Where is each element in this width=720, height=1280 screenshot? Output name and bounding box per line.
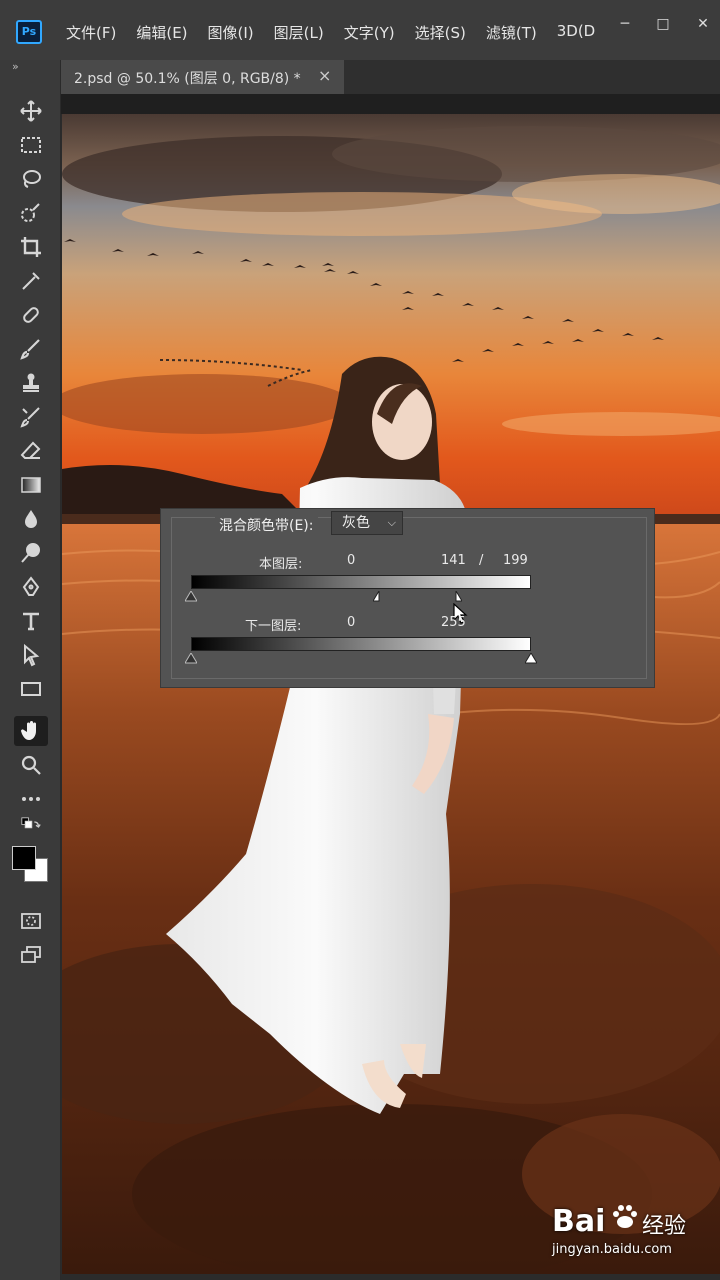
underlying-layer-black-value: 0	[347, 615, 356, 630]
menu-select[interactable]: 选择(S)	[415, 22, 466, 43]
blur-tool[interactable]	[14, 504, 48, 534]
more-tools-icon	[22, 797, 40, 801]
eraser-tool[interactable]	[14, 436, 48, 466]
menu-edit[interactable]: 编辑(E)	[136, 22, 187, 43]
main-menu: 文件(F) 编辑(E) 图像(I) 图层(L) 文字(Y) 选择(S) 滤镜(T…	[66, 22, 615, 43]
watermark-brand-cn: 经验	[642, 1214, 687, 1239]
document-canvas[interactable]	[62, 114, 720, 1274]
move-tool[interactable]	[14, 96, 48, 126]
crop-icon	[21, 237, 41, 257]
paw-icon	[613, 1205, 637, 1228]
hand-icon	[20, 721, 36, 740]
photoshop-logo: Ps	[16, 20, 42, 44]
marquee-icon	[21, 137, 41, 153]
eyedropper-icon	[22, 272, 40, 290]
minimize-button[interactable]: ─	[608, 12, 642, 36]
rectangle-tool[interactable]	[14, 674, 48, 704]
default-colors-icon	[21, 817, 41, 829]
brush-icon	[20, 339, 40, 360]
watermark-url: jingyan.baidu.com	[552, 1242, 672, 1257]
close-window-button[interactable]: ✕	[686, 12, 720, 36]
menu-image[interactable]: 图像(I)	[208, 22, 254, 43]
underlying-layer-label: 下一图层:	[245, 619, 302, 634]
blend-if-panel: 混合颜色带(E): 灰色 ⌵ 本图层: 0 141 / 199 下一图层: 0 …	[160, 508, 655, 688]
lasso-icon	[23, 170, 41, 188]
menu-bar: Ps 文件(F) 编辑(E) 图像(I) 图层(L) 文字(Y) 选择(S) 滤…	[0, 0, 720, 60]
document-tab[interactable]: 2.psd @ 50.1% (图层 0, RGB/8) * ×	[60, 60, 344, 94]
baidu-jingyan-watermark: Bai 经验 jingyan.baidu.com	[552, 1198, 702, 1268]
zoom-icon	[21, 755, 41, 775]
dodge-icon	[21, 543, 40, 563]
brush-tool[interactable]	[14, 334, 48, 364]
maximize-button[interactable]: □	[646, 12, 680, 36]
document-tab-bar: 2.psd @ 50.1% (图层 0, RGB/8) * ×	[60, 60, 720, 94]
gradient-icon	[21, 477, 41, 493]
path-select-tool[interactable]	[14, 640, 48, 670]
quick-mask-button[interactable]	[14, 906, 48, 936]
quick-mask-icon	[21, 913, 41, 929]
dodge-tool[interactable]	[14, 538, 48, 568]
default-colors[interactable]	[14, 816, 48, 838]
foreground-color-swatch[interactable]	[12, 846, 36, 870]
watermark-brand: Bai	[552, 1204, 606, 1239]
menu-file[interactable]: 文件(F)	[66, 22, 116, 43]
zoom-tool[interactable]	[14, 750, 48, 780]
lasso-tool[interactable]	[14, 164, 48, 194]
screen-mode-icon	[21, 946, 41, 963]
pen-tool[interactable]	[14, 572, 48, 602]
underlying-layer-gradient-slider[interactable]	[191, 637, 531, 651]
tools-panel: »	[0, 60, 61, 1280]
clone-stamp-tool[interactable]	[14, 368, 48, 398]
this-layer-white-low-value: 141	[441, 553, 466, 568]
this-layer-separator: /	[479, 553, 484, 568]
tab-close-icon[interactable]: ×	[318, 66, 331, 85]
type-tool[interactable]	[14, 606, 48, 636]
underlying-layer-white-value: 255	[441, 615, 466, 630]
healing-brush-icon	[23, 307, 39, 323]
more-tools[interactable]	[14, 784, 48, 814]
eraser-icon	[20, 441, 41, 459]
gradient-tool[interactable]	[14, 470, 48, 500]
document-tab-label: 2.psd @ 50.1% (图层 0, RGB/8) *	[74, 71, 301, 87]
this-layer-black-value: 0	[347, 553, 356, 568]
menu-3d[interactable]: 3D(D	[557, 22, 596, 43]
menu-layer[interactable]: 图层(L)	[274, 22, 324, 43]
blur-icon	[25, 510, 37, 528]
healing-brush-tool[interactable]	[14, 300, 48, 330]
menu-filter[interactable]: 滤镜(T)	[486, 22, 537, 43]
this-layer-gradient-slider[interactable]	[191, 575, 531, 589]
quick-select-tool[interactable]	[14, 198, 48, 228]
this-layer-white-handle-low[interactable]	[373, 591, 385, 603]
collapse-toolbar-icon[interactable]: »	[12, 60, 19, 73]
path-select-icon	[24, 643, 40, 667]
this-layer-black-handle[interactable]	[185, 591, 197, 603]
blend-if-title: 混合颜色带(E):	[215, 515, 318, 535]
crop-tool[interactable]	[14, 232, 48, 262]
blend-if-channel-value: 灰色	[342, 515, 370, 531]
rectangle-icon	[21, 682, 41, 696]
screen-mode-button[interactable]	[14, 940, 48, 970]
canvas-ruler-strip	[60, 94, 720, 114]
blend-if-channel-select[interactable]: 灰色 ⌵	[331, 511, 403, 535]
menu-type[interactable]: 文字(Y)	[344, 22, 395, 43]
this-layer-label: 本图层:	[259, 557, 303, 572]
quick-select-icon	[21, 203, 40, 222]
this-layer-white-handle-high[interactable]	[450, 591, 463, 603]
pen-icon	[22, 576, 40, 596]
this-layer-white-high-value: 199	[503, 553, 528, 568]
marquee-tool[interactable]	[14, 130, 48, 160]
clone-stamp-icon	[23, 373, 39, 392]
eyedropper-tool[interactable]	[14, 266, 48, 296]
move-icon	[20, 100, 42, 122]
underlying-layer-white-handle[interactable]	[525, 653, 537, 665]
chevron-down-icon: ⌵	[387, 516, 396, 529]
underlying-layer-black-handle[interactable]	[185, 653, 197, 665]
hand-tool[interactable]	[14, 716, 48, 746]
type-icon	[23, 612, 39, 631]
history-brush-tool[interactable]	[14, 402, 48, 432]
blend-if-group	[171, 517, 647, 679]
composite-image	[62, 114, 720, 1274]
history-brush-icon	[20, 407, 40, 428]
